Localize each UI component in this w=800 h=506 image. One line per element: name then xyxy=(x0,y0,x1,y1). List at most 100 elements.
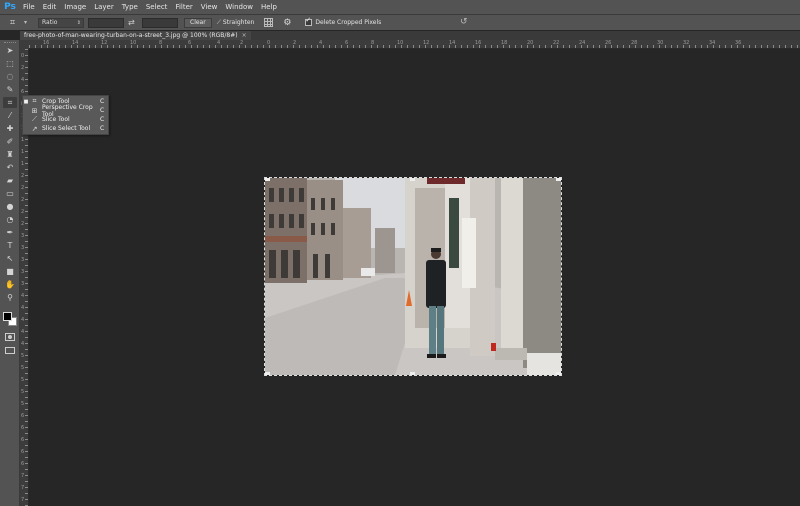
ratio-width-field[interactable] xyxy=(88,17,124,28)
document-tab[interactable]: free-photo-of-man-wearing-turban-on-a-st… xyxy=(20,31,251,40)
ruler-label: 12 xyxy=(423,40,430,46)
menu-help[interactable]: Help xyxy=(257,0,281,14)
panel-grip[interactable] xyxy=(4,42,16,44)
foreground-color-swatch[interactable] xyxy=(3,312,12,321)
clone-stamp-tool-icon[interactable]: ♜ xyxy=(3,149,17,160)
ruler-label: 8 xyxy=(371,40,375,46)
clear-button[interactable]: Clear xyxy=(184,17,212,28)
ruler-label: 14 xyxy=(72,40,79,46)
zoom-tool-icon[interactable]: ⚲ xyxy=(3,292,17,303)
ruler-label: 6 xyxy=(21,413,25,419)
reset-icon[interactable]: ↺ xyxy=(460,17,468,27)
document-tab-title: free-photo-of-man-wearing-turban-on-a-st… xyxy=(24,32,238,39)
close-icon[interactable]: × xyxy=(242,32,247,39)
gradient-tool-icon[interactable]: ▭ xyxy=(3,188,17,199)
ruler-label: 2 xyxy=(21,209,25,215)
crop-handle[interactable] xyxy=(556,372,561,375)
ratio-height-field[interactable] xyxy=(142,17,178,28)
flyout-item-label: Slice Tool xyxy=(42,116,70,123)
ruler-label: 3 xyxy=(21,233,25,239)
chevron-down-icon[interactable]: ▾ xyxy=(24,19,32,26)
flyout-item-shortcut: C xyxy=(100,98,105,105)
blur-tool-icon[interactable]: ● xyxy=(3,201,17,212)
menu-image[interactable]: Image xyxy=(60,0,90,14)
document-image[interactable] xyxy=(264,177,562,376)
ruler-label: 4 xyxy=(21,317,25,323)
flyout-perspective-crop-tool[interactable]: ⊞ Perspective Crop Tool C xyxy=(23,104,110,118)
screen-mode-icon[interactable] xyxy=(5,347,15,354)
ruler-label: 6 xyxy=(188,40,192,46)
pen-tool-icon[interactable]: ✒ xyxy=(3,227,17,238)
photoshop-window: Ps File Edit Image Layer Type Select Fil… xyxy=(0,0,800,506)
ruler-label: 6 xyxy=(345,40,349,46)
ruler-label: 3 xyxy=(21,269,25,275)
ruler-label: 5 xyxy=(21,365,25,371)
ruler-label: 30 xyxy=(657,40,664,46)
dodge-tool-icon[interactable]: ◔ xyxy=(3,214,17,225)
crop-handle[interactable] xyxy=(265,372,270,375)
rectangle-tool-icon[interactable]: ■ xyxy=(3,266,17,277)
flyout-slice-tool[interactable]: ⟋ Slice Tool C xyxy=(23,115,110,124)
healing-brush-tool-icon[interactable]: ✚ xyxy=(3,123,17,134)
quick-mask-icon[interactable] xyxy=(5,333,15,341)
lasso-tool-icon[interactable]: ◌ xyxy=(3,71,17,82)
flyout-item-shortcut: C xyxy=(100,107,105,114)
slice-select-icon: ↗ xyxy=(31,124,38,133)
menu-type[interactable]: Type xyxy=(118,0,142,14)
menu-select[interactable]: Select xyxy=(142,0,172,14)
ruler-origin[interactable] xyxy=(20,40,29,49)
path-selection-tool-icon[interactable]: ↖ xyxy=(3,253,17,264)
menu-view[interactable]: View xyxy=(197,0,222,14)
quick-selection-tool-icon[interactable]: ✎ xyxy=(3,84,17,95)
ruler-label: 6 xyxy=(21,437,25,443)
crop-handle[interactable] xyxy=(265,178,270,181)
ruler-label: 2 xyxy=(293,40,297,46)
type-tool-icon[interactable]: T xyxy=(3,240,17,251)
delete-cropped-label[interactable]: Delete Cropped Pixels xyxy=(315,19,381,26)
crop-handle[interactable] xyxy=(410,178,415,181)
straighten-label[interactable]: Straighten xyxy=(223,19,254,26)
updown-caret-icon: ⇕ xyxy=(76,19,81,26)
ruler-label: 20 xyxy=(527,40,534,46)
history-brush-tool-icon[interactable]: ↶ xyxy=(3,162,17,173)
ruler-label: 7 xyxy=(21,473,25,479)
ruler-label: 4 xyxy=(217,40,221,46)
marquee-tool-icon[interactable]: ⬚ xyxy=(3,58,17,69)
ruler-label: 16 xyxy=(475,40,482,46)
ruler-label: 8 xyxy=(159,40,163,46)
ruler-label: 28 xyxy=(631,40,638,46)
swap-icon[interactable]: ⇄ xyxy=(128,18,138,27)
menu-filter[interactable]: Filter xyxy=(171,0,196,14)
delete-cropped-checkbox[interactable] xyxy=(305,16,313,26)
horizontal-ruler[interactable]: 16 14 12 10 8 6 4 2 0 2 4 6 8 10 12 14 1… xyxy=(29,40,800,49)
ruler-label: 7 xyxy=(21,485,25,491)
move-tool-icon[interactable]: ➤ xyxy=(3,45,17,56)
street-photo xyxy=(265,178,561,375)
menu-file[interactable]: File xyxy=(19,0,39,14)
eyedropper-tool-icon[interactable]: ⁄ xyxy=(3,110,17,121)
crop-tool-preset-icon[interactable]: ⌗ xyxy=(10,17,22,29)
crop-tool-icon[interactable]: ⌗ xyxy=(3,97,17,108)
ruler-label: 3 xyxy=(21,257,25,263)
ps-logo: Ps xyxy=(4,2,16,12)
ruler-label: 18 xyxy=(501,40,508,46)
ruler-label: 32 xyxy=(683,40,690,46)
straighten-icon[interactable]: ⟋ xyxy=(217,19,221,27)
crop-handle[interactable] xyxy=(410,372,415,375)
crop-tool-flyout: ■ ⌗ Crop Tool C ⊞ Perspective Crop Tool … xyxy=(22,95,109,135)
ratio-select[interactable]: Ratio ⇕ xyxy=(38,17,84,28)
flyout-slice-select-tool[interactable]: ↗ Slice Select Tool C xyxy=(23,124,110,133)
flyout-item-label: Slice Select Tool xyxy=(42,125,91,132)
eraser-tool-icon[interactable]: ▰ xyxy=(3,175,17,186)
overlay-grid-icon[interactable] xyxy=(264,18,274,27)
menu-layer[interactable]: Layer xyxy=(90,0,118,14)
gear-icon[interactable]: ⚙ xyxy=(283,18,291,28)
crop-handle[interactable] xyxy=(556,178,561,181)
ruler-label: 10 xyxy=(397,40,404,46)
ruler-label: 2 xyxy=(21,65,25,71)
menu-window[interactable]: Window xyxy=(221,0,257,14)
brush-tool-icon[interactable]: ✐ xyxy=(3,136,17,147)
hand-tool-icon[interactable]: ✋ xyxy=(3,279,17,290)
menu-edit[interactable]: Edit xyxy=(39,0,61,14)
ruler-label: 5 xyxy=(21,401,25,407)
